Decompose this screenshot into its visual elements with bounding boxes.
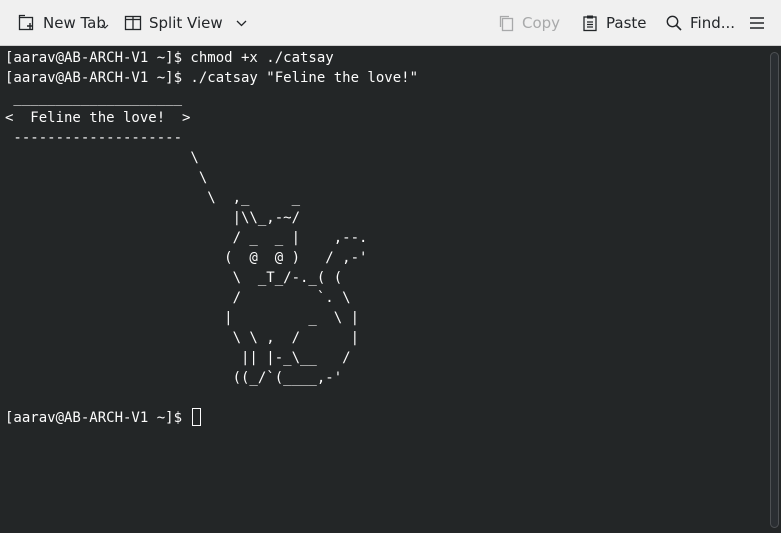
chevron-down-icon <box>236 20 247 27</box>
copy-label: Copy <box>522 14 561 32</box>
chevron-down-icon <box>101 24 109 30</box>
paste-button[interactable]: Paste <box>581 0 647 46</box>
find-label: Find... <box>690 14 736 32</box>
terminal-line: || |-_\__ / <box>5 350 351 366</box>
paste-label: Paste <box>606 14 647 32</box>
find-button[interactable]: Find... <box>665 0 735 46</box>
search-icon <box>665 14 683 32</box>
split-view-label: Split View <box>149 14 223 32</box>
paste-icon <box>581 14 599 32</box>
terminal-output[interactable]: [aarav@AB-ARCH-V1 ~]$ chmod +x ./catsay … <box>0 46 781 533</box>
terminal-line: |\\_,-~/ <box>5 210 301 226</box>
terminal-line: < Feline the love! > <box>5 110 191 126</box>
copy-icon <box>497 14 515 32</box>
terminal-line: -------------------- <box>5 130 183 146</box>
terminal-line: / _ _ | ,--. <box>5 230 368 246</box>
terminal-toolbar: New Tab Split View Copy Paste Find... <box>0 0 781 46</box>
new-tab-icon <box>18 14 36 32</box>
hamburger-menu-icon <box>748 14 766 32</box>
terminal-line: ((_/`(____,-' <box>5 370 343 386</box>
terminal-line: [aarav@AB-ARCH-V1 ~]$ ./catsay "Feline t… <box>5 70 419 86</box>
text-cursor <box>192 408 202 426</box>
terminal-prompt-line: [aarav@AB-ARCH-V1 ~]$ <box>5 408 781 428</box>
new-tab-label: New Tab <box>43 14 106 32</box>
copy-button[interactable]: Copy <box>497 0 560 46</box>
terminal-line: \ <box>5 150 199 166</box>
terminal-prompt: [aarav@AB-ARCH-V1 ~]$ <box>5 410 191 426</box>
terminal-line: | _ \ | <box>5 310 360 326</box>
terminal-scrollbar[interactable] <box>770 52 779 528</box>
terminal-line: \ <box>5 170 208 186</box>
terminal-line: \ \ , / | <box>5 330 360 346</box>
terminal-line: [aarav@AB-ARCH-V1 ~]$ chmod +x ./catsay <box>5 50 334 66</box>
new-tab-button[interactable]: New Tab <box>18 0 109 46</box>
terminal-line: \ _T_/-._( ( <box>5 270 343 286</box>
terminal-line: ____________________ <box>5 90 183 106</box>
terminal-line: / `. \ <box>5 290 351 306</box>
hamburger-menu-button[interactable] <box>748 0 766 46</box>
terminal-line: \ ,_ _ <box>5 190 301 206</box>
split-view-icon <box>124 14 142 32</box>
split-view-button[interactable]: Split View <box>124 0 247 46</box>
terminal-line: ( @ @ ) / ,-' <box>5 250 368 266</box>
